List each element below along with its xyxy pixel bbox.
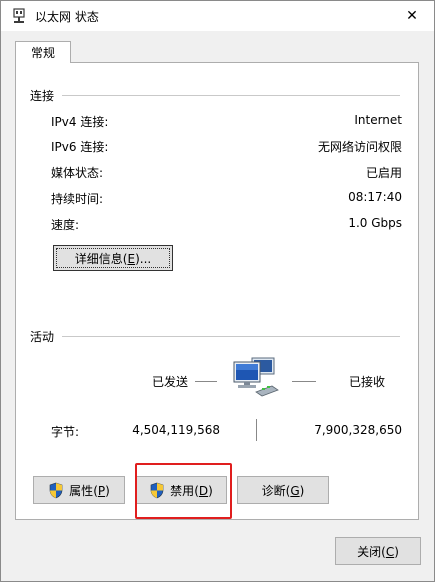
- sent-label: 已发送: [152, 375, 189, 389]
- bytes-label: 字节:: [51, 425, 80, 439]
- bytes-sent-value: 4,504,119,568: [132, 423, 220, 437]
- uac-shield-icon: [49, 482, 63, 498]
- network-adapter-icon: [13, 8, 25, 23]
- activity-section: 活动: [30, 328, 400, 345]
- speed-value: 1.0 Gbps: [348, 216, 402, 230]
- bytes-received-value: 7,900,328,650: [314, 423, 402, 437]
- received-line: [292, 381, 316, 382]
- ipv6-value: 无网络访问权限: [317, 140, 402, 154]
- tab-general[interactable]: 常规: [15, 41, 71, 63]
- bytes-separator: [256, 419, 257, 441]
- connection-heading: 连接: [30, 89, 55, 103]
- activity-heading: 活动: [30, 330, 55, 344]
- diagnose-button[interactable]: 诊断(G): [237, 476, 329, 504]
- properties-button-label: 属性(P): [69, 483, 110, 498]
- window-title: 以太网 状态: [35, 10, 99, 24]
- general-panel: 连接 IPv4 连接: Internet IPv6 连接: 无网络访问权限 媒体…: [15, 62, 419, 520]
- ipv4-value: Internet: [354, 113, 402, 127]
- title-bar[interactable]: 以太网 状态 ✕: [1, 1, 434, 31]
- tab-general-label: 常规: [30, 46, 55, 60]
- close-button[interactable]: 关闭(C): [335, 537, 421, 565]
- speed-label: 速度:: [51, 218, 80, 232]
- duration-label: 持续时间:: [51, 192, 104, 206]
- ipv4-label: IPv4 连接:: [51, 115, 109, 129]
- media-state-value: 已启用: [365, 166, 402, 180]
- connection-divider: [62, 95, 400, 96]
- status-dialog: 以太网 状态 ✕ 常规 连接 IPv4 连接: Internet IPv6 连接…: [0, 0, 435, 582]
- close-window-button[interactable]: ✕: [390, 1, 434, 31]
- media-state-label: 媒体状态:: [51, 166, 104, 180]
- diagnose-button-label: 诊断(G): [261, 483, 305, 498]
- duration-value: 08:17:40: [348, 190, 402, 204]
- details-button[interactable]: 详细信息(E)...: [53, 245, 173, 271]
- connection-section: 连接: [30, 87, 400, 104]
- properties-button[interactable]: 属性(P): [33, 476, 125, 504]
- received-label: 已接收: [349, 375, 386, 389]
- close-icon: ✕: [406, 8, 418, 24]
- ipv6-label: IPv6 连接:: [51, 140, 109, 154]
- network-computers-icon: [233, 357, 279, 397]
- details-button-label: 详细信息(E)...: [74, 251, 152, 266]
- activity-divider: [62, 336, 400, 337]
- highlight-box: [135, 463, 232, 519]
- sent-line: [195, 381, 217, 382]
- close-button-label: 关闭(C): [357, 544, 399, 559]
